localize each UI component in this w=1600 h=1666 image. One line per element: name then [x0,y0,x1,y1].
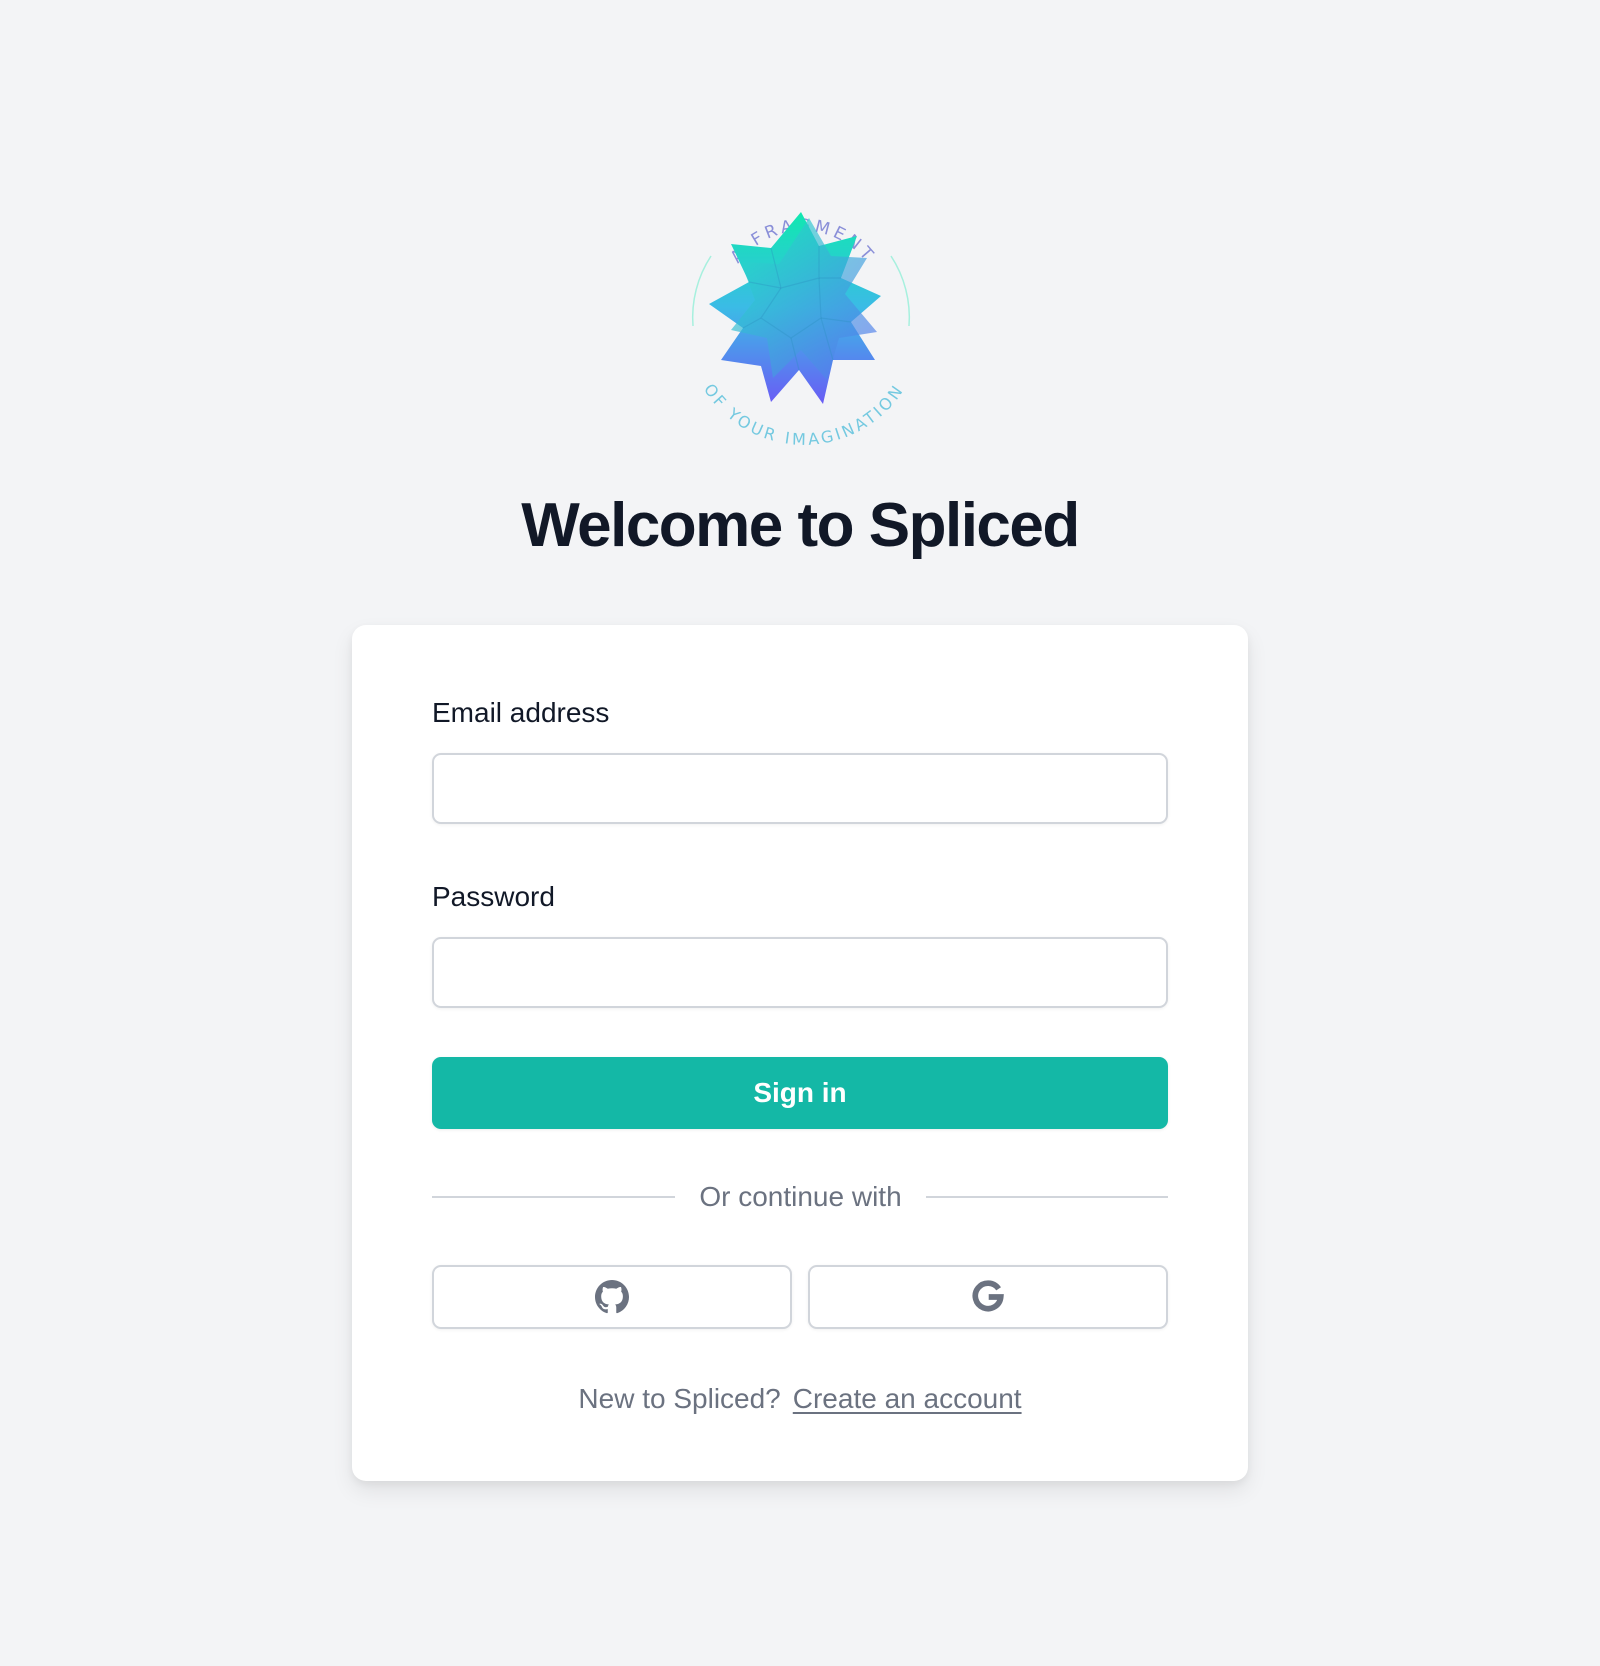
divider-text: Or continue with [699,1181,902,1212]
password-field[interactable] [432,937,1168,1008]
page-title: Welcome to Spliced [521,491,1080,560]
svg-text:OF YOUR IMAGINATION: OF YOUR IMAGINATION [700,380,908,446]
google-icon [971,1280,1005,1314]
sign-in-button[interactable]: Sign in [432,1057,1168,1129]
google-signin-button[interactable] [808,1265,1168,1329]
divider-line-left [432,1196,675,1198]
divider-line-right [926,1196,1168,1198]
spliced-logo: A FRAGMENT OF YOUR IMAGINATION [681,176,921,446]
logo-bottom-arc-text: OF YOUR IMAGINATION [700,380,905,446]
github-icon [595,1280,629,1314]
github-signin-button[interactable] [432,1265,792,1329]
email-label: Email address [432,697,610,728]
create-account-link[interactable]: Create an account [793,1383,1022,1414]
signup-prompt-text: New to Spliced? [578,1383,781,1414]
email-field[interactable] [432,753,1168,824]
signup-prompt: New to Spliced? Create an account [352,1381,1248,1417]
password-label: Password [432,881,555,912]
signin-card: Email address Password Sign in Or contin… [352,625,1248,1481]
